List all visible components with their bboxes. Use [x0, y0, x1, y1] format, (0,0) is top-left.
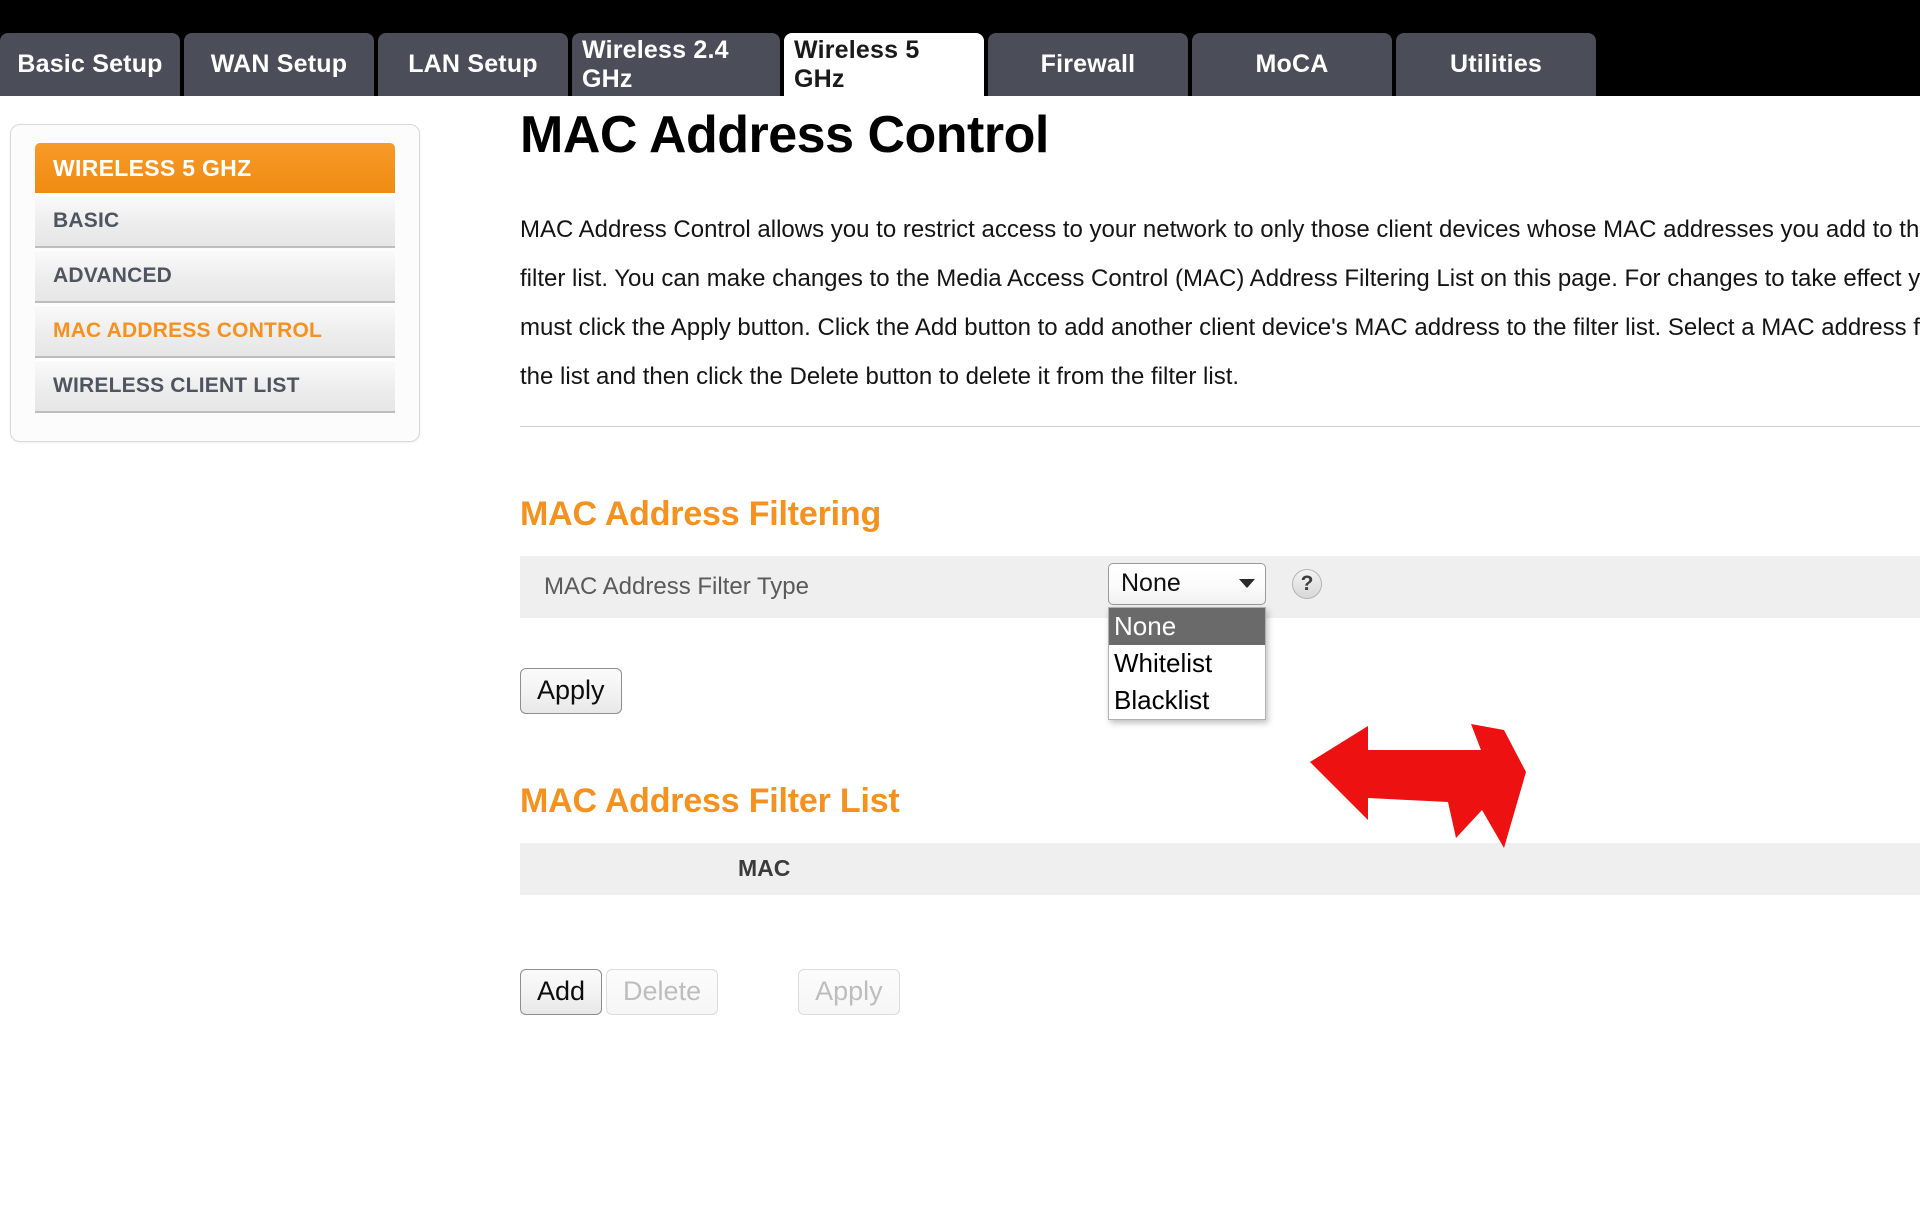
tab-wan-setup[interactable]: WAN Setup: [184, 33, 374, 96]
apply-filtering-button[interactable]: Apply: [520, 667, 622, 714]
main-content: MAC Address Control MAC Address Control …: [520, 108, 1920, 1015]
mac-filter-type-label: MAC Address Filter Type: [544, 572, 809, 600]
tab-lan-setup[interactable]: LAN Setup: [378, 33, 568, 96]
column-header-mac: MAC: [738, 855, 791, 882]
tab-wireless-5-ghz[interactable]: Wireless 5 GHz: [784, 33, 984, 96]
sidebar-header: WIRELESS 5 GHZ: [35, 143, 395, 193]
apply-button: Apply: [798, 968, 900, 1015]
filter-list-table-header: MAC: [520, 842, 1920, 895]
sidebar-item-label: WIRELESS CLIENT LIST: [53, 374, 300, 397]
tab-utilities[interactable]: Utilities: [1396, 33, 1596, 96]
sidebar-item-label: MAC ADDRESS CONTROL: [53, 319, 323, 342]
chevron-down-icon: [1239, 579, 1255, 589]
add-button[interactable]: Add: [520, 968, 603, 1015]
section-title-mac-address-filtering: MAC Address Filtering: [520, 494, 882, 533]
sidebar-item-label: ADVANCED: [53, 264, 173, 287]
main-tab-bar: Basic Setup WAN Setup LAN Setup Wireless 2.…: [0, 33, 1920, 96]
option-none[interactable]: None: [1109, 607, 1265, 645]
intro-line: must click the Apply button. Click the A…: [520, 313, 1920, 341]
intro-line: filter list. You can make changes to the…: [520, 264, 1920, 292]
intro-line: the list and then click the Delete butto…: [520, 362, 1240, 390]
tab-label: LAN Setup: [408, 50, 538, 78]
tab-label: Firewall: [1040, 50, 1136, 78]
sidebar-item-advanced[interactable]: ADVANCED: [35, 250, 395, 303]
help-question-icon[interactable]: ?: [1292, 568, 1322, 599]
tab-label: Wireless 2.4 GHz: [582, 35, 729, 93]
filter-list-button-group: Add Delete Apply: [520, 968, 1920, 1015]
mac-filter-type-option-list[interactable]: None Whitelist Blacklist: [1108, 606, 1266, 720]
sidebar-item-basic[interactable]: BASIC: [35, 195, 395, 248]
tab-label: Utilities: [1449, 50, 1543, 78]
tab-basic-setup[interactable]: Basic Setup: [0, 33, 180, 96]
sidebar-panel: WIRELESS 5 GHZ BASIC ADVANCED MAC ADDRESS …: [10, 124, 420, 442]
sidebar-item-mac-address-control[interactable]: MAC ADDRESS CONTROL: [35, 305, 395, 358]
tab-label: MoCA: [1255, 50, 1329, 78]
tab-wireless-2-4-ghz[interactable]: Wireless 2.4 GHz: [572, 33, 780, 96]
sidebar-item-wireless-client-list[interactable]: WIRELESS CLIENT LIST: [35, 360, 395, 413]
mac-filter-type-select-wrapper[interactable]: None None Whitelist Blacklist: [1108, 562, 1266, 720]
mac-filter-type-row: MAC Address Filter Type None None Whiteli…: [520, 555, 1920, 720]
intro-paragraph: MAC Address Control allows you to restri…: [520, 205, 1920, 401]
tab-label: WAN Setup: [210, 50, 348, 78]
page-title: MAC Address Control: [520, 106, 1049, 164]
tab-label: Wireless 5 GHz: [794, 35, 920, 93]
mac-filter-type-select[interactable]: None: [1108, 562, 1266, 605]
option-blacklist[interactable]: Blacklist: [1109, 682, 1265, 719]
sidebar-item-list: BASIC ADVANCED MAC ADDRESS CONTROL WIRELESS…: [35, 195, 395, 413]
content-divider: [520, 425, 1920, 427]
option-whitelist[interactable]: Whitelist: [1109, 645, 1265, 682]
tab-firewall[interactable]: Firewall: [988, 33, 1188, 96]
section-title-mac-address-filter-list: MAC Address Filter List: [520, 781, 900, 820]
mac-filter-type-selected-value: None: [1121, 569, 1181, 598]
delete-button: Delete: [606, 968, 719, 1015]
tab-label: Basic Setup: [17, 50, 163, 78]
tab-moca[interactable]: MoCA: [1192, 33, 1392, 96]
intro-line: MAC Address Control allows you to restri…: [520, 215, 1920, 243]
sidebar-item-label: BASIC: [53, 209, 120, 232]
